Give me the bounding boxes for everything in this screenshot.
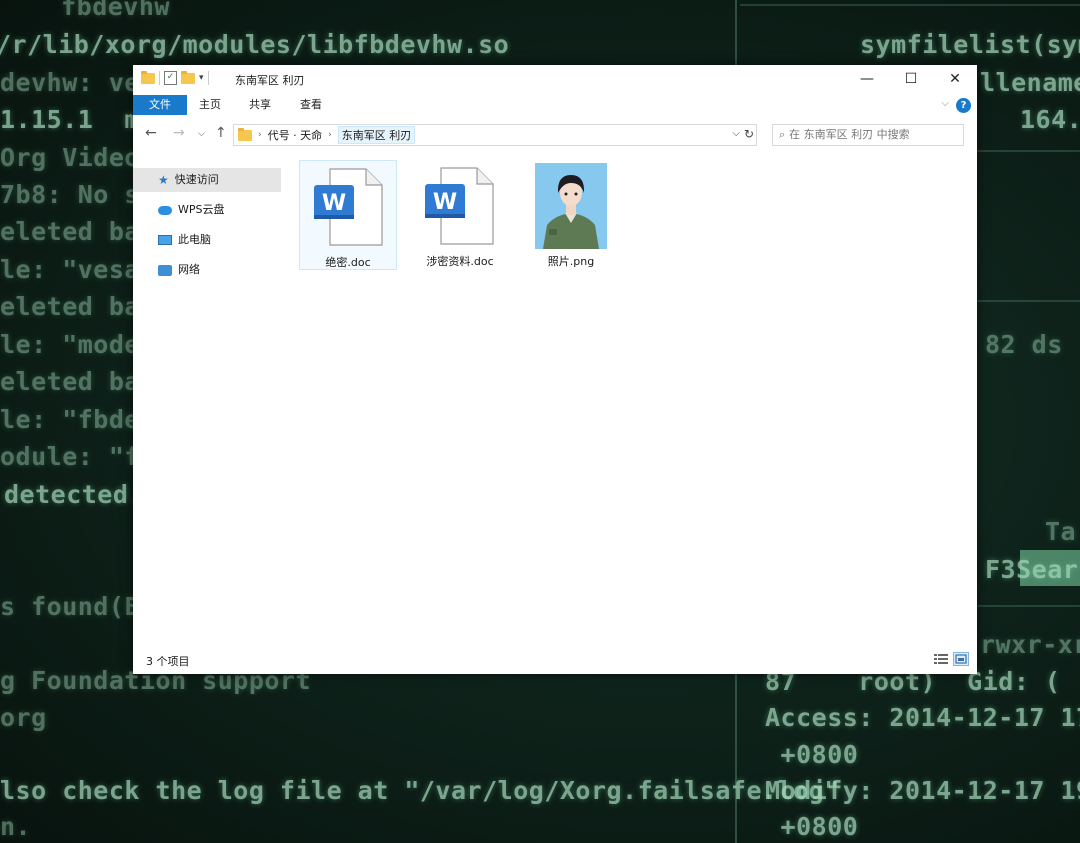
sidebar-item-label: 此电脑 xyxy=(178,233,211,246)
back-icon[interactable]: ← xyxy=(145,125,157,141)
breadcrumb-item[interactable]: 代号 · 天命 xyxy=(268,127,323,143)
minimize-button[interactable]: — xyxy=(845,65,889,94)
sidebar-item-quick-access[interactable]: ★ 快速访问 xyxy=(133,168,281,192)
up-icon[interactable]: ↑ xyxy=(215,125,227,141)
sidebar-item-label: 网络 xyxy=(178,263,200,276)
svg-text:W: W xyxy=(433,190,457,215)
forward-icon[interactable]: → xyxy=(173,125,185,141)
terminal-text: +0800 xyxy=(765,740,859,769)
recent-locations-icon[interactable]: ⌵ xyxy=(198,129,205,139)
terminal-text: +0800 xyxy=(765,812,859,841)
address-dropdown-icon[interactable]: ⌵ xyxy=(732,128,740,139)
terminal-text: Ta xyxy=(1045,517,1077,546)
star-icon: ★ xyxy=(158,173,169,187)
terminal-text: detected. xyxy=(4,480,144,509)
status-bar: 3 个项目 xyxy=(133,644,977,674)
terminal-text: le: "mode xyxy=(0,330,140,359)
title-bar[interactable]: ✓ ▾ 东南军区 利刃 — ☐ ✕ xyxy=(133,65,977,94)
cloud-icon xyxy=(158,205,172,215)
terminal-text: rwxr-xr xyxy=(980,630,1080,659)
item-count: 3 个项目 xyxy=(146,655,190,668)
terminal-text: n. xyxy=(0,812,32,841)
file-list: W 绝密.doc W 涉密资料.doc 照片.png xyxy=(293,157,977,644)
address-bar[interactable]: › 代号 · 天命 › 东南军区 利刃 ⌵ ↻ xyxy=(233,124,757,146)
expand-ribbon-icon[interactable]: ⌵ xyxy=(941,98,949,109)
terminal-text: lso check the log file at "/var/log/Xorg… xyxy=(0,776,840,805)
breadcrumb-arrow-icon[interactable]: › xyxy=(258,130,262,140)
refresh-icon[interactable]: ↻ xyxy=(744,127,754,141)
quick-access-toolbar: ✓ ▾ xyxy=(141,70,209,85)
terminal-text: Modify: 2014-12-17 19: xyxy=(765,776,1080,805)
search-input[interactable]: ⌕ 在 东南军区 利刃 中搜索 xyxy=(772,124,964,146)
tab-home[interactable]: 主页 xyxy=(187,95,233,115)
terminal-text: 164. xyxy=(1020,105,1080,134)
terminal-text: F3Sear xyxy=(985,555,1079,584)
terminal-text: org xyxy=(0,703,47,732)
navigation-pane: ★ 快速访问 WPS云盘 此电脑 网络 xyxy=(133,163,283,644)
sidebar-item-wps-cloud[interactable]: WPS云盘 xyxy=(133,198,281,222)
sidebar-item-label: 快速访问 xyxy=(174,173,219,186)
file-name: 涉密资料.doc xyxy=(426,255,494,268)
terminal-text: symfilelist(sym xyxy=(860,30,1080,59)
terminal-text: 1.15.1 m xyxy=(0,105,140,134)
network-icon xyxy=(158,264,172,276)
navigation-bar: ← → ⌵ ↑ › 代号 · 天命 › 东南军区 利刃 ⌵ ↻ ⌕ 在 东南军区… xyxy=(133,120,977,150)
image-thumbnail xyxy=(535,163,607,249)
computer-icon xyxy=(158,235,172,245)
toolbar-separator xyxy=(207,71,209,85)
toolbar-separator xyxy=(159,71,160,85)
terminal-text: odule: "f xyxy=(0,442,140,471)
portrait-image xyxy=(535,163,607,249)
sidebar-item-this-pc[interactable]: 此电脑 xyxy=(133,228,281,252)
properties-icon[interactable]: ✓ xyxy=(164,71,177,85)
search-icon: ⌕ xyxy=(779,128,786,141)
folder-icon[interactable] xyxy=(141,70,155,84)
close-button[interactable]: ✕ xyxy=(933,65,977,94)
ribbon-tabs: 文件 主页 共享 查看 ⌵ ? xyxy=(133,94,977,116)
terminal-text: Org Video xyxy=(0,143,140,172)
tab-file[interactable]: 文件 xyxy=(133,95,187,115)
terminal-rule xyxy=(975,150,1080,152)
terminal-text: Access: 2014-12-17 17: xyxy=(765,703,1080,732)
terminal-text: le: "fbde xyxy=(0,405,140,434)
search-placeholder: 在 东南军区 利刃 中搜索 xyxy=(789,128,910,141)
sidebar-item-label: WPS云盘 xyxy=(178,203,225,216)
file-item[interactable]: W 涉密资料.doc xyxy=(411,160,509,270)
maximize-button[interactable]: ☐ xyxy=(889,65,933,94)
large-icons-view-icon[interactable] xyxy=(953,652,969,666)
tab-share[interactable]: 共享 xyxy=(237,95,283,115)
terminal-text: fbdevhw xyxy=(30,0,170,21)
file-explorer-window: ✓ ▾ 东南军区 利刃 — ☐ ✕ 文件 主页 共享 查看 ⌵ ? ← → ⌵ … xyxy=(133,65,977,674)
file-item[interactable]: 照片.png xyxy=(509,160,633,270)
terminal-rule xyxy=(740,4,1080,6)
details-view-icon[interactable] xyxy=(933,652,949,666)
terminal-text: /r/lib/xorg/modules/libfbdevhw.so xyxy=(0,30,510,59)
word-document-icon: W xyxy=(314,168,383,246)
terminal-rule xyxy=(975,300,1080,302)
file-name: 照片.png xyxy=(547,255,595,268)
file-name: 绝密.doc xyxy=(325,256,371,269)
word-document-icon: W xyxy=(425,167,494,245)
new-folder-icon[interactable] xyxy=(181,70,195,84)
breadcrumb-arrow-icon[interactable]: › xyxy=(328,130,332,140)
terminal-text: llename xyxy=(980,68,1080,97)
window-title: 东南军区 利刃 xyxy=(235,74,305,87)
svg-text:W: W xyxy=(322,191,346,216)
sidebar-item-network[interactable]: 网络 xyxy=(133,258,281,282)
folder-icon xyxy=(238,127,252,141)
terminal-text: 82 ds xyxy=(985,330,1063,359)
file-item[interactable]: W 绝密.doc xyxy=(299,160,397,270)
help-icon[interactable]: ? xyxy=(956,98,971,113)
breadcrumb-item-current[interactable]: 东南军区 利刃 xyxy=(337,126,416,144)
customize-toolbar-dropdown[interactable]: ▾ xyxy=(199,73,204,83)
tab-view[interactable]: 查看 xyxy=(288,95,334,115)
